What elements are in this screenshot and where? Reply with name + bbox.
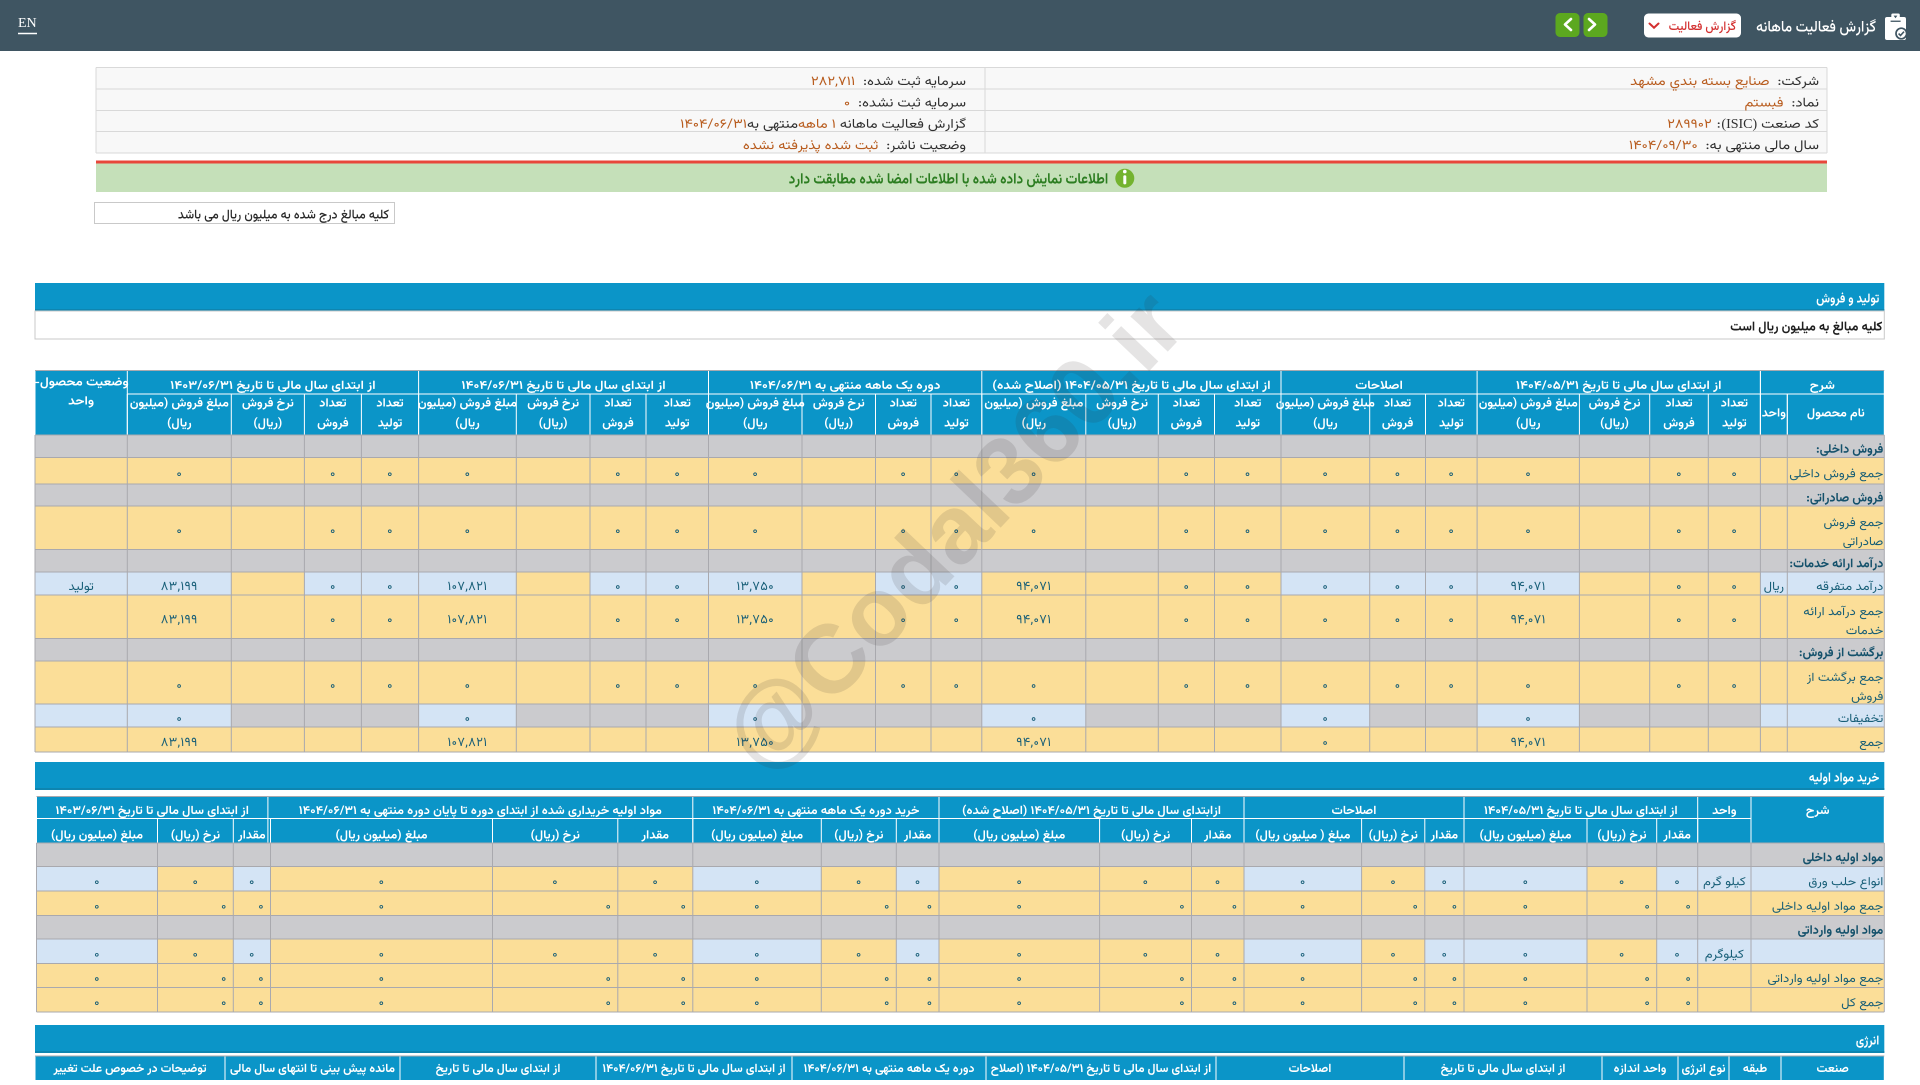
svg-text:EN: EN [18,16,37,31]
svg-text:(ISIC): (ISIC) [1721,117,1757,132]
